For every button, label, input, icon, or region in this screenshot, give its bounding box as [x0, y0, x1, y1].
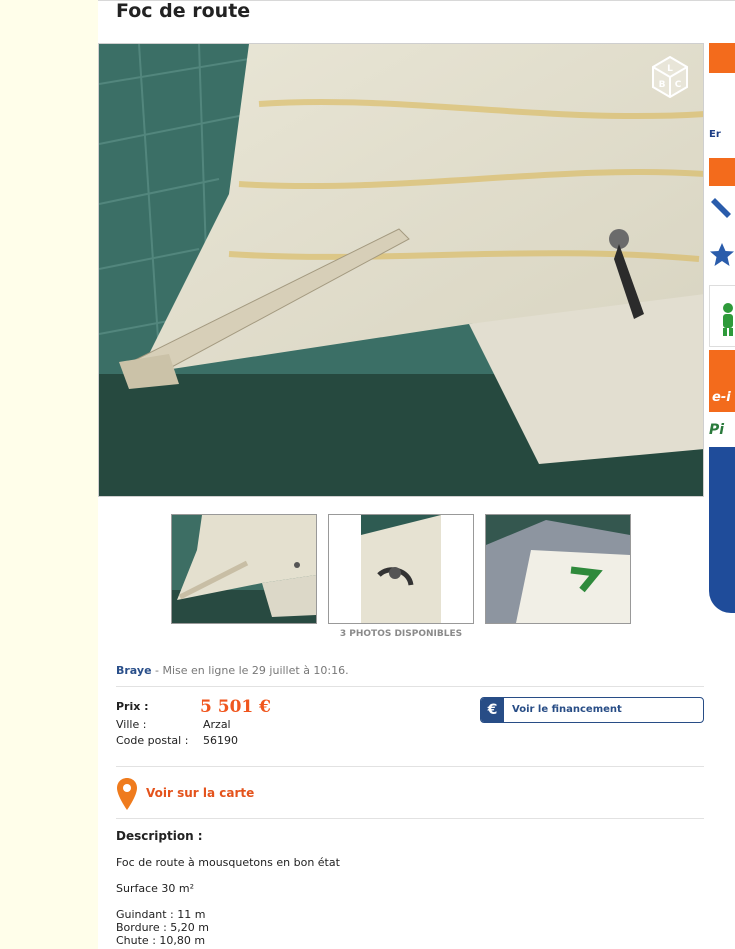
person-icon — [723, 303, 733, 336]
divider — [116, 818, 704, 819]
watermark-logo-icon: L B C — [652, 56, 688, 98]
city-value: Arzal — [203, 718, 231, 731]
city-label: Ville : — [116, 718, 147, 731]
sidebar-ad-orange[interactable]: e-i — [709, 350, 735, 412]
divider — [116, 766, 704, 767]
main-photo[interactable]: L B C — [98, 43, 704, 497]
thumbnail-image — [172, 515, 316, 623]
map-pin-icon[interactable] — [116, 777, 138, 811]
thumbnail-image — [329, 515, 473, 623]
sidebar-banner-top[interactable] — [709, 43, 735, 73]
financing-label: Voir le financement — [512, 704, 622, 715]
thumbnail-1[interactable] — [171, 514, 317, 624]
thumbnail-3[interactable] — [485, 514, 631, 624]
description-line: Bordure : 5,20 m — [116, 921, 210, 934]
left-gutter — [0, 0, 98, 949]
star-icon[interactable] — [709, 240, 735, 270]
sidebar-box[interactable] — [709, 285, 735, 347]
view-map-link[interactable]: Voir sur la carte — [146, 786, 254, 800]
postal-label: Code postal : — [116, 734, 189, 747]
thumbnail-image — [486, 515, 630, 623]
thumbnail-2[interactable] — [328, 514, 474, 624]
watermark-letter: C — [675, 80, 682, 90]
watermark-letter: B — [659, 80, 666, 90]
photos-count: 3 PHOTOS DISPONIBLES — [339, 629, 463, 639]
financing-button[interactable]: € Voir le financement — [480, 697, 704, 723]
price-label: Prix : — [116, 700, 149, 713]
price-value: 5 501 € — [200, 697, 271, 717]
seller-name[interactable]: Braye — [116, 664, 152, 677]
sidebar-ad-blue[interactable] — [709, 447, 735, 613]
euro-icon: € — [481, 698, 504, 722]
description-line: Chute : 10,80 m — [116, 934, 206, 947]
watermark-letter: L — [667, 64, 673, 74]
postal-value: 56190 — [203, 734, 238, 747]
sidebar-cut-text[interactable]: Er — [709, 129, 735, 145]
ad-title: Foc de route — [116, 0, 251, 22]
description-line: Surface 30 m² — [116, 882, 195, 895]
pencil-icon[interactable] — [709, 194, 735, 222]
sidebar-banner[interactable] — [709, 158, 735, 186]
sail-photo — [99, 44, 703, 496]
description-line: Foc de route à mousquetons en bon état — [116, 856, 340, 869]
posted-date: - Mise en ligne le 29 juillet à 10:16. — [155, 664, 349, 677]
divider — [116, 686, 704, 687]
description-line: Guindant : 11 m — [116, 908, 206, 921]
sidebar-cut-text: e-i — [712, 390, 731, 405]
description-title: Description : — [116, 829, 203, 843]
sidebar-cut-text[interactable]: Pi — [709, 422, 735, 442]
posting-info: Braye - Mise en ligne le 29 juillet à 10… — [116, 664, 349, 677]
